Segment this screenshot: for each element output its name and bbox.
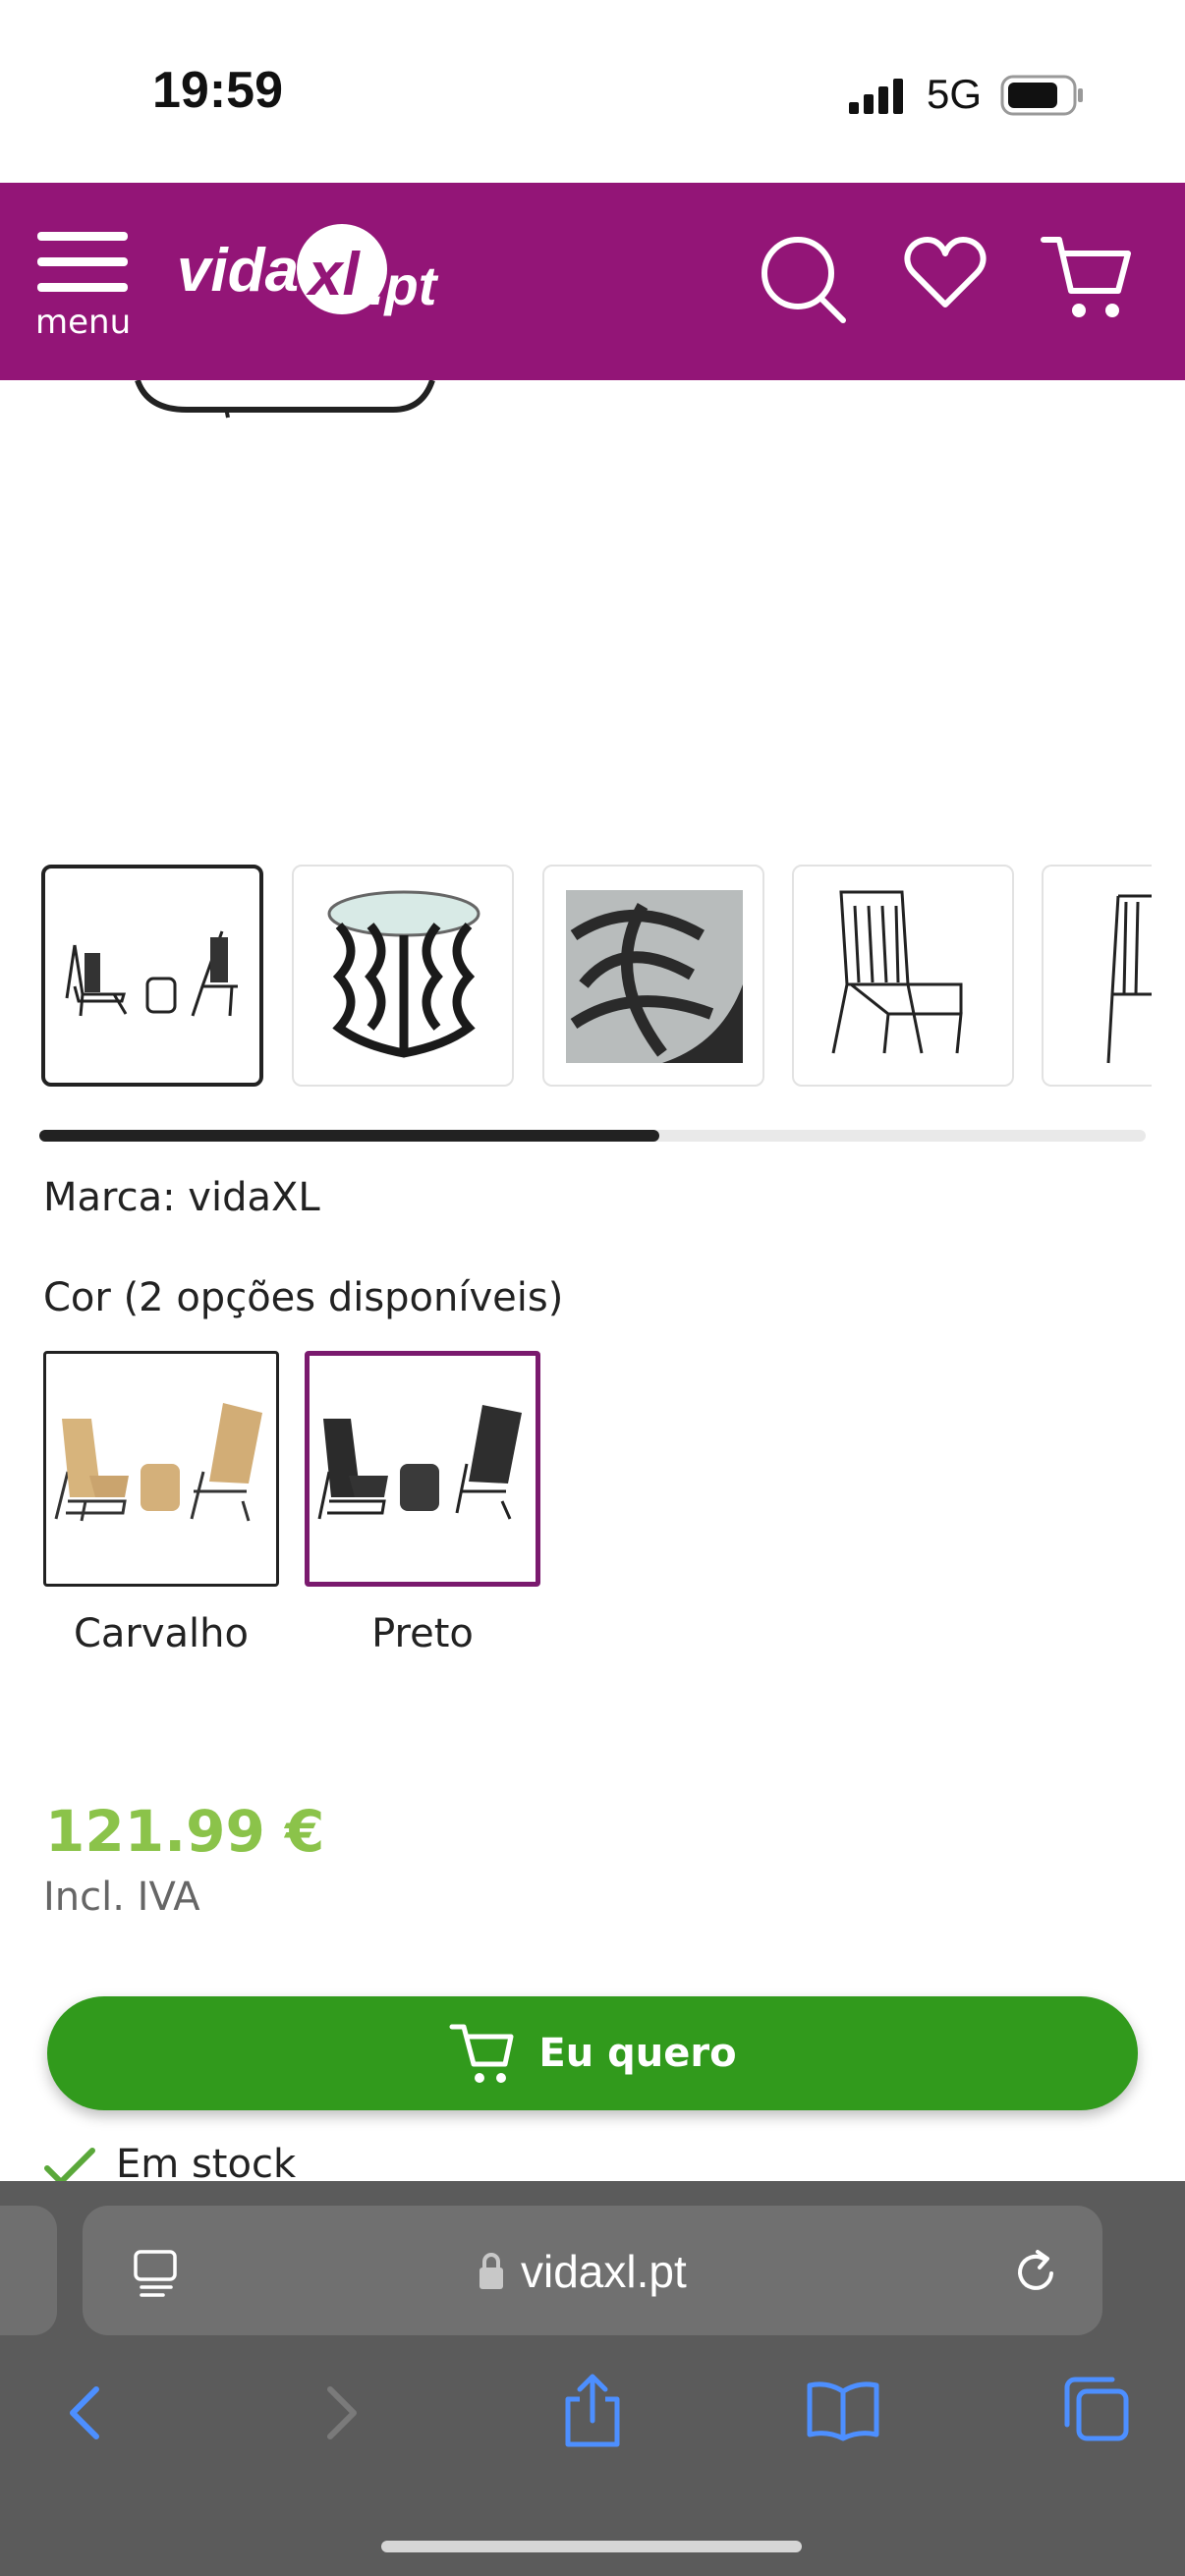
vat-note: Incl. IVA — [43, 1875, 200, 1920]
chair-side-thumbnail-image — [1106, 894, 1152, 1064]
table-detail-thumbnail-image — [566, 890, 743, 1063]
bookmarks-icon[interactable] — [806, 2378, 880, 2442]
oak-set-image — [54, 1403, 262, 1522]
menu-label[interactable]: menu — [35, 303, 131, 342]
gallery-scrollbar-thumb[interactable] — [39, 1130, 659, 1142]
color-option-preto[interactable] — [305, 1351, 540, 1587]
home-indicator[interactable] — [381, 2541, 802, 2552]
network-label: 5G — [927, 71, 983, 117]
cart-icon[interactable] — [1040, 232, 1134, 322]
add-to-cart-label: Eu quero — [538, 2031, 737, 2076]
thumbnail-4[interactable] — [792, 865, 1014, 1087]
status-time: 19:59 — [152, 62, 283, 119]
thumbnail-3[interactable] — [542, 865, 764, 1087]
thumbnail-5[interactable] — [1042, 865, 1152, 1087]
color-option-preto-label[interactable]: Preto — [305, 1611, 540, 1656]
product-price: 121.99 € — [45, 1798, 325, 1865]
vidaxl-logo[interactable]: vida xl .pt — [177, 214, 462, 332]
main-product-image[interactable] — [0, 378, 1185, 842]
color-option-carvalho-label[interactable]: Carvalho — [43, 1611, 279, 1656]
add-to-cart-button[interactable]: Eu quero — [47, 1996, 1138, 2110]
signal-icon — [849, 79, 903, 114]
reload-icon[interactable] — [1012, 2248, 1061, 2297]
table-thumbnail-image — [327, 890, 480, 1058]
previous-tab-peek[interactable] — [0, 2206, 57, 2335]
svg-text:xl: xl — [306, 241, 361, 308]
share-icon[interactable] — [560, 2372, 625, 2450]
thumbnail-2[interactable] — [292, 865, 514, 1087]
heart-icon[interactable] — [904, 236, 987, 310]
cart-icon — [449, 2024, 514, 2083]
svg-text:vida: vida — [177, 237, 299, 305]
tabs-icon[interactable] — [1061, 2374, 1132, 2444]
back-icon[interactable] — [65, 2383, 104, 2442]
color-options-title: Cor (2 opções disponíveis) — [43, 1275, 564, 1320]
check-icon — [44, 2148, 95, 2187]
set-thumbnail-image — [65, 930, 238, 1017]
chair-thumbnail-image — [831, 890, 963, 1054]
reader-icon[interactable] — [132, 2248, 181, 2297]
thumbnail-1[interactable] — [41, 865, 263, 1087]
url-text[interactable]: vidaxl.pt — [521, 2245, 687, 2298]
search-icon[interactable] — [757, 232, 851, 326]
brand-label: Marca: vidaXL — [43, 1175, 320, 1220]
lock-icon — [480, 2253, 503, 2289]
color-option-carvalho[interactable] — [43, 1351, 279, 1587]
chair-base-image — [135, 378, 435, 419]
battery-icon — [1000, 75, 1083, 116]
black-set-image — [317, 1405, 522, 1520]
forward-icon[interactable] — [322, 2383, 362, 2442]
svg-text:.pt: .pt — [369, 254, 439, 316]
